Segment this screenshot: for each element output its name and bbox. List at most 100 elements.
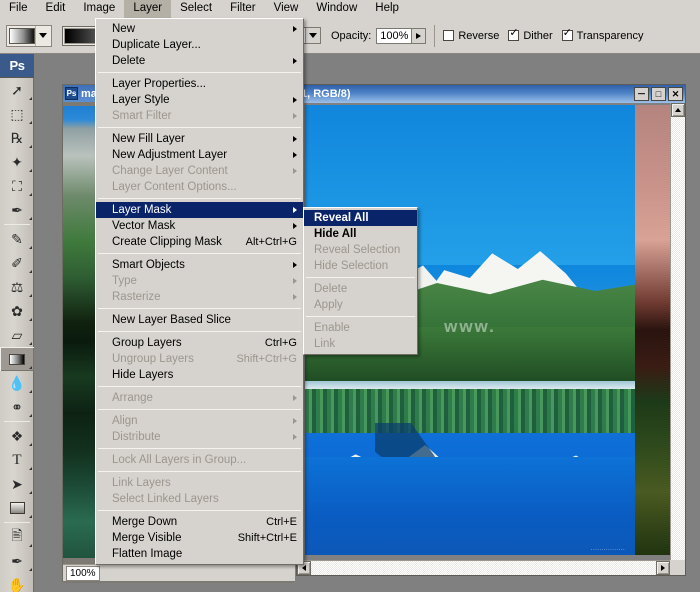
layer-menu-item-new-fill-layer[interactable]: New Fill Layer: [96, 131, 303, 147]
gradient-preset-well[interactable]: [6, 24, 52, 47]
menu-item-label: Enable: [314, 322, 350, 334]
layer-menu-item-smart-objects[interactable]: Smart Objects: [96, 257, 303, 273]
background-zoom-level[interactable]: 100%: [66, 565, 100, 581]
dither-checkbox[interactable]: [508, 28, 520, 41]
submenu-arrow-icon: [293, 97, 297, 103]
maximize-button[interactable]: □: [651, 87, 666, 101]
color-sampler-tool[interactable]: ✒: [0, 549, 34, 573]
menu-item-label: Layer Style: [112, 94, 170, 106]
close-button[interactable]: ✕: [668, 87, 683, 101]
menu-help[interactable]: Help: [366, 0, 408, 18]
flyout-triangle-icon: [29, 390, 32, 393]
lasso-tool[interactable]: ℞: [0, 126, 34, 150]
brush-tool[interactable]: ✐: [0, 251, 34, 275]
menu-item-label: Hide All: [314, 228, 357, 240]
menu-item-label: Link: [314, 338, 336, 350]
menu-separator: [98, 308, 301, 309]
transparency-checkbox-row[interactable]: Transparency: [561, 28, 644, 42]
dodge-tool[interactable]: ⚭: [0, 395, 34, 419]
layer-menu-item-duplicate-layer[interactable]: Duplicate Layer...: [96, 37, 303, 53]
blur-tool[interactable]: 💧: [0, 371, 34, 395]
layer-menu-item-group-layers[interactable]: Group Layers Ctrl+G: [96, 335, 303, 351]
layer-menu-item-new-adjustment-layer[interactable]: New Adjustment Layer: [96, 147, 303, 163]
move-tool[interactable]: ➚: [0, 78, 34, 102]
menu-item-label: Delete: [314, 283, 348, 295]
layer-menu-item-new-layer-based-slice[interactable]: New Layer Based Slice: [96, 312, 303, 328]
clone-stamp-tool[interactable]: ⚖: [0, 275, 34, 299]
eraser-tool[interactable]: ▱: [0, 323, 34, 347]
layer-menu-item-layer-content-options: Layer Content Options...: [96, 179, 303, 195]
layer-menu-item-lock-all-layers-in-group: Lock All Layers in Group...: [96, 452, 303, 468]
menu-layer[interactable]: Layer: [124, 0, 172, 18]
document-horizontal-scrollbar[interactable]: [297, 560, 685, 575]
menu-select[interactable]: Select: [171, 0, 221, 18]
healing-brush-tool[interactable]: ✎: [0, 227, 34, 251]
layer-menu-item-hide-layers[interactable]: Hide Layers: [96, 367, 303, 383]
flyout-triangle-icon: [29, 217, 32, 220]
tool-divider: [4, 522, 30, 523]
tool-divider: [4, 224, 30, 225]
menu-window[interactable]: Window: [307, 0, 366, 18]
layer-menu-item-layer-style[interactable]: Layer Style: [96, 92, 303, 108]
chevron-down-icon: [309, 33, 317, 38]
menu-filter[interactable]: Filter: [221, 0, 265, 18]
opacity-input[interactable]: 100%: [376, 27, 413, 44]
reverse-checkbox[interactable]: [443, 30, 455, 41]
path-selection-tool[interactable]: ➤: [0, 472, 34, 496]
submenu-arrow-icon: [293, 262, 297, 268]
menu-view[interactable]: View: [265, 0, 308, 18]
document-titlebar[interactable]: 1, RGB/8) － □ ✕: [297, 85, 685, 103]
type-tool[interactable]: T: [0, 448, 34, 472]
opacity-label: Opacity:: [331, 29, 372, 42]
submenu-arrow-icon: [293, 168, 297, 174]
menu-image[interactable]: Image: [74, 0, 124, 18]
layer-mask-submenu[interactable]: Reveal All Hide All Reveal Selection Hide S…: [303, 207, 418, 355]
layer-mask-item-hide-all[interactable]: Hide All: [304, 226, 417, 242]
gradient-preset-dropdown-arrow[interactable]: [35, 25, 50, 46]
submenu-arrow-icon: [293, 434, 297, 440]
crop-tool[interactable]: ⛶: [0, 174, 34, 198]
menu-item-label: Select Linked Layers: [112, 493, 219, 505]
layer-menu-item-vector-mask[interactable]: Vector Mask: [96, 218, 303, 234]
hand-tool[interactable]: ✋: [0, 573, 34, 592]
rectangular-marquee-tool[interactable]: ⬚: [0, 102, 34, 126]
scroll-right-button[interactable]: [656, 561, 670, 575]
gradient-tool[interactable]: [0, 347, 34, 371]
dither-checkbox-row[interactable]: Dither: [508, 28, 553, 42]
layer-menu-item-new[interactable]: New: [96, 21, 303, 37]
layer-menu-item-layer-mask[interactable]: Layer Mask: [96, 202, 303, 218]
layer-menu-item-merge-visible[interactable]: Merge Visible Shift+Ctrl+E: [96, 530, 303, 546]
layer-menu-item-align: Align: [96, 413, 303, 429]
rectangle-shape-tool[interactable]: [0, 496, 34, 520]
document-vertical-scrollbar[interactable]: [670, 103, 685, 560]
eyedropper-tool[interactable]: ✒: [0, 198, 34, 222]
chevron-right-icon: [661, 565, 665, 571]
flyout-triangle-icon: [29, 443, 32, 446]
layer-mask-item-reveal-all[interactable]: Reveal All: [304, 210, 417, 226]
layer-menu-item-create-clipping-mask[interactable]: Create Clipping Mask Alt+Ctrl+G: [96, 234, 303, 250]
quick-selection-tool[interactable]: ✦: [0, 150, 34, 174]
chevron-right-icon: [416, 32, 422, 39]
pen-tool[interactable]: ❖: [0, 424, 34, 448]
minimize-button[interactable]: －: [634, 87, 649, 101]
transparency-checkbox[interactable]: [561, 28, 573, 41]
menu-item-shortcut: Shift+Ctrl+G: [236, 353, 297, 365]
layer-menu-item-layer-properties[interactable]: Layer Properties...: [96, 76, 303, 92]
menu-edit[interactable]: Edit: [37, 0, 75, 18]
layer-mask-item-apply: Apply: [304, 297, 417, 313]
flyout-triangle-icon: [29, 342, 32, 345]
blend-mode-dropdown-arrow[interactable]: [305, 28, 320, 43]
reverse-checkbox-row[interactable]: Reverse: [443, 30, 499, 42]
opacity-stepper-button[interactable]: [412, 27, 427, 44]
layer-menu-item-delete[interactable]: Delete: [96, 53, 303, 69]
history-brush-tool[interactable]: ✿: [0, 299, 34, 323]
scroll-up-button[interactable]: [671, 103, 685, 117]
layer-menu-item-flatten-image[interactable]: Flatten Image: [96, 546, 303, 562]
notes-tool[interactable]: 🖹: [0, 525, 34, 549]
layer-menu-item-merge-down[interactable]: Merge Down Ctrl+E: [96, 514, 303, 530]
resize-grip[interactable]: [670, 560, 685, 575]
layer-menu-dropdown[interactable]: New Duplicate Layer... Delete Layer Propert…: [95, 18, 304, 565]
flyout-triangle-icon: [29, 515, 32, 518]
gradient-thumbnail-icon: [9, 27, 35, 44]
menu-file[interactable]: File: [0, 0, 37, 18]
